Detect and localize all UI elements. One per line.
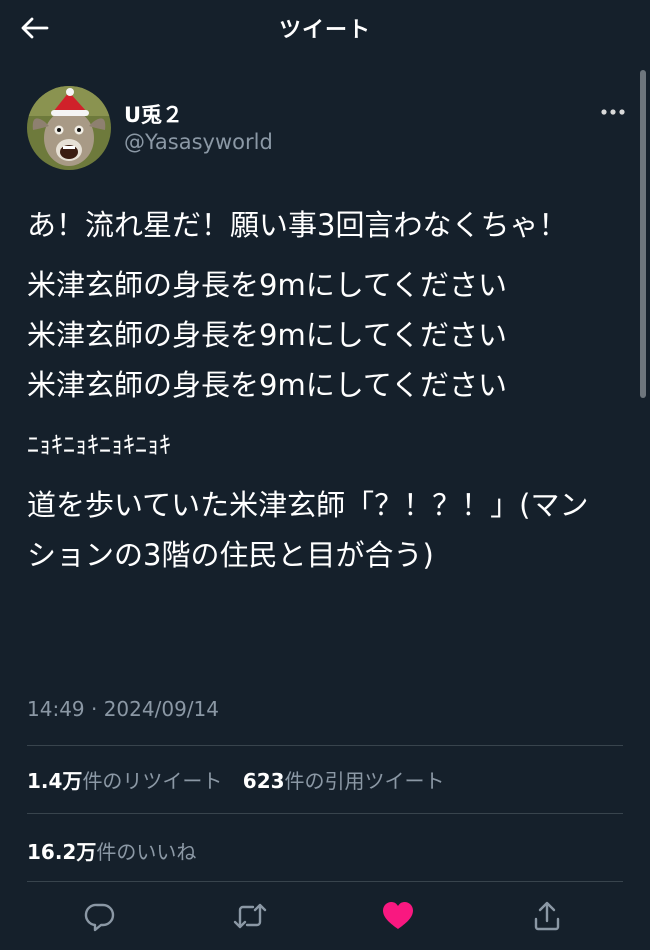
heart-filled-icon — [383, 902, 413, 929]
stats-row-likes: 16.2万件のいいね — [27, 836, 210, 865]
likes-stat[interactable]: 16.2万件のいいね — [27, 840, 196, 864]
reply-button[interactable] — [80, 896, 120, 936]
tweet-paragraph: 米津玄師の身長を9mにしてください 米津玄師の身長を9mにしてください 米津玄師… — [27, 268, 507, 402]
divider — [27, 881, 623, 882]
tweet-paragraph: あ！流れ星だ！願い事3回言わなくちゃ！ — [27, 208, 568, 242]
stats-row-shares: 1.4万件のリツイート 623件の引用ツイート — [27, 765, 459, 794]
top-bar: ツイート — [0, 0, 650, 56]
divider — [27, 745, 623, 746]
quotes-label: 件の引用ツイート — [284, 769, 445, 793]
tweet-paragraph: ﾆｮｷﾆｮｷﾆｮｷﾆｮｷ — [27, 431, 171, 459]
scrollbar[interactable] — [640, 70, 646, 398]
more-icon — [601, 109, 625, 115]
likes-count: 16.2万 — [27, 840, 97, 864]
tweet-author: U兎２ @Yasasyworld — [27, 86, 625, 172]
user-handle[interactable]: @Yasasyworld — [124, 130, 273, 154]
quotes-count: 623 — [242, 769, 285, 793]
retweets-stat[interactable]: 1.4万件のリツイート — [27, 769, 222, 793]
avatar[interactable] — [27, 86, 111, 170]
more-button[interactable] — [593, 100, 633, 124]
quotes-stat[interactable]: 623件の引用ツイート — [243, 769, 445, 793]
avatar-goat-santa-image — [27, 86, 111, 170]
retweet-icon — [233, 903, 267, 929]
share-icon — [534, 901, 560, 931]
likes-label: 件のいいね — [96, 840, 197, 864]
divider — [27, 813, 623, 814]
retweet-button[interactable] — [230, 896, 270, 936]
tweet-paragraph: 道を歩いていた米津玄師「？！？！」(マンションの3階の住民と目が合う) — [27, 488, 589, 572]
retweets-label: 件のリツイート — [82, 769, 223, 793]
retweets-count: 1.4万 — [27, 769, 83, 793]
reply-icon — [84, 903, 115, 932]
tweet-body: あ！流れ星だ！願い事3回言わなくちゃ！ 米津玄師の身長を9mにしてください 米津… — [27, 200, 617, 590]
tweet-timestamp[interactable]: 14:49 · 2024/09/14 — [27, 697, 219, 721]
share-button[interactable] — [527, 896, 567, 936]
action-bar — [0, 890, 650, 942]
like-button[interactable] — [378, 896, 418, 936]
display-name[interactable]: U兎２ — [124, 99, 183, 129]
page-title: ツイート — [278, 18, 371, 43]
